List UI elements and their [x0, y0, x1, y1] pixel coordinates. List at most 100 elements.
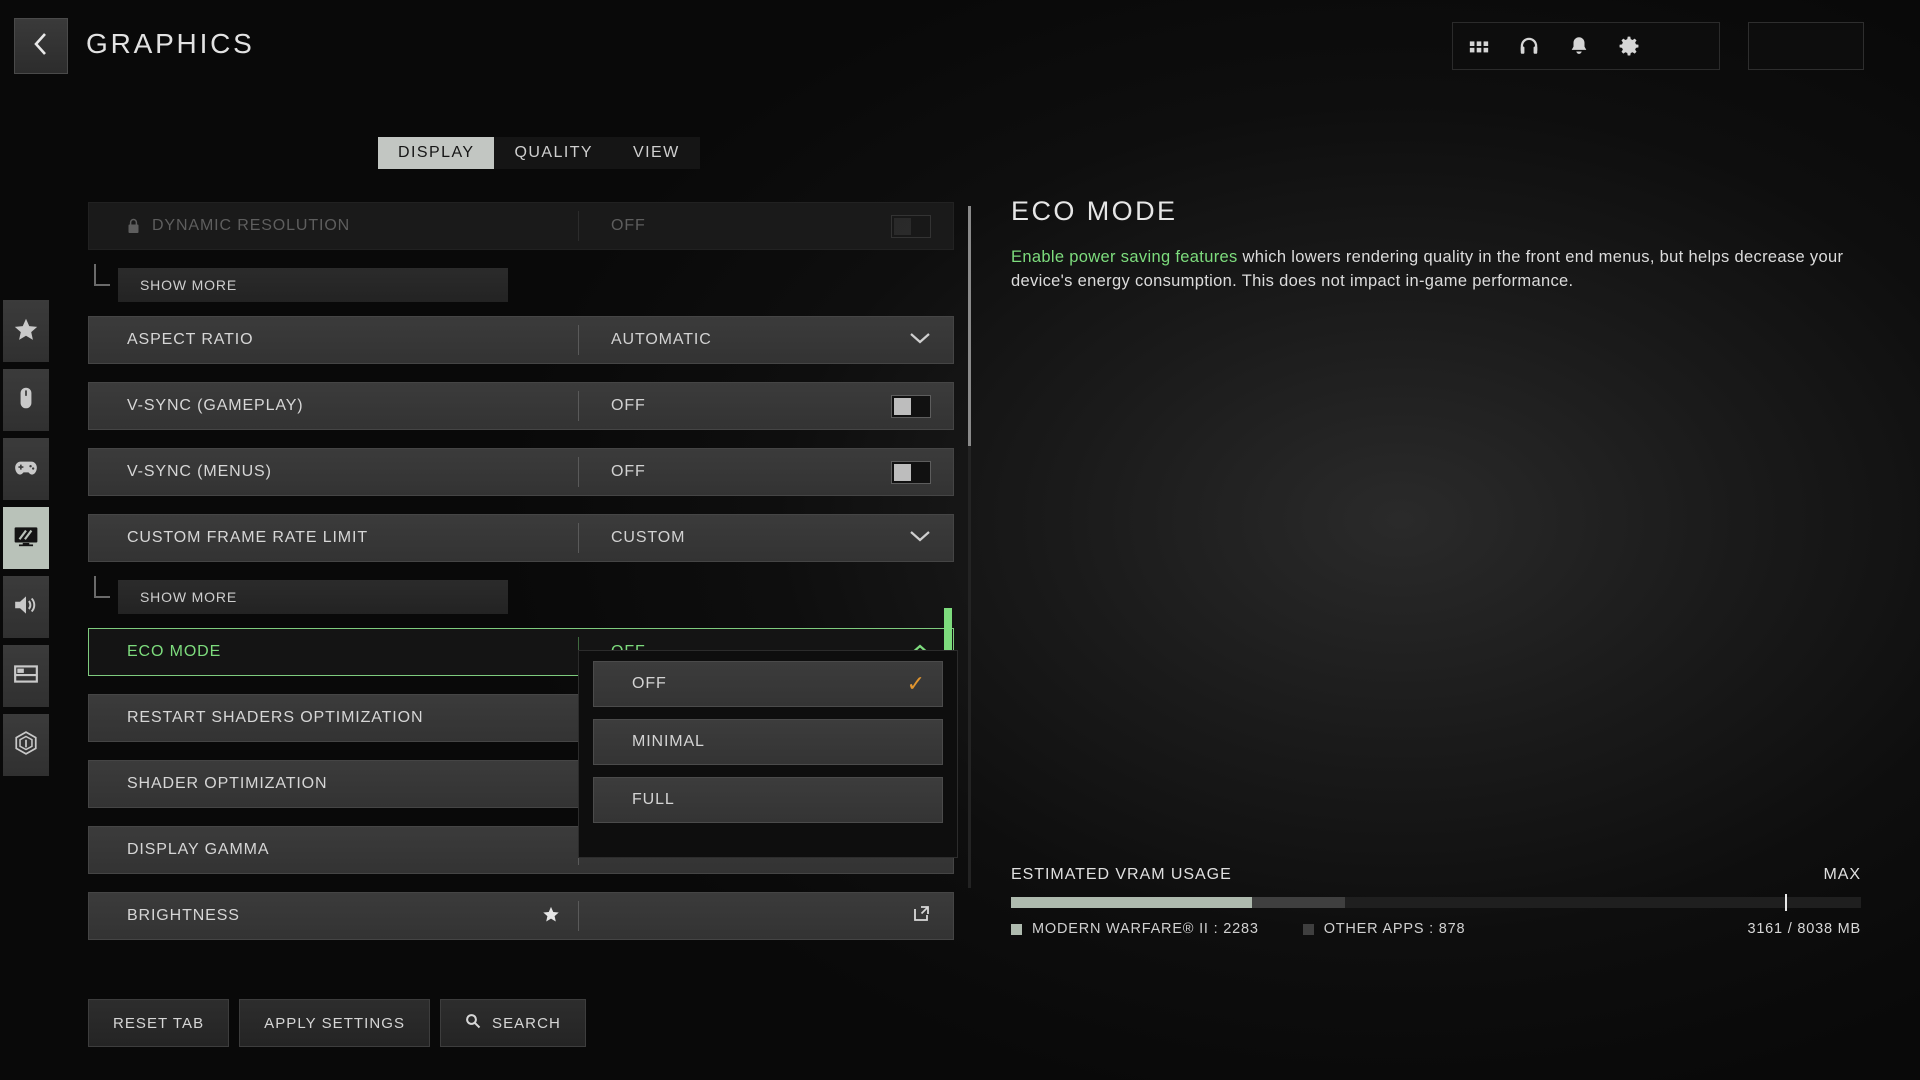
dropdown-option-off[interactable]: OFF ✓	[593, 661, 943, 707]
legend-swatch	[1011, 923, 1022, 935]
search-button[interactable]: SEARCH	[440, 999, 586, 1047]
monitor-icon	[13, 523, 39, 554]
account-icon	[13, 730, 39, 761]
tree-elbow-icon	[94, 264, 110, 286]
legend-label: MODERN WARFARE® II : 2283	[1032, 921, 1259, 937]
setting-label: SHADER OPTIMIZATION	[127, 775, 328, 792]
setting-value: OFF	[611, 463, 646, 480]
chevron-down-icon[interactable]	[909, 331, 931, 350]
setting-row-dynamic-resolution: DYNAMIC RESOLUTION OFF	[88, 202, 954, 250]
category-rail	[3, 300, 49, 783]
vram-max-marker	[1784, 894, 1787, 911]
rail-item-audio[interactable]	[3, 576, 49, 638]
external-link-icon[interactable]	[912, 904, 931, 928]
setting-value: OFF	[611, 397, 646, 414]
setting-value: AUTOMATIC	[611, 331, 712, 348]
search-label: SEARCH	[492, 1014, 561, 1032]
setting-label: RESTART SHADERS OPTIMIZATION	[127, 709, 424, 726]
lock-icon	[127, 218, 140, 234]
show-more-label[interactable]: SHOW MORE	[118, 580, 508, 614]
eco-mode-dropdown: OFF ✓ MINIMAL FULL	[578, 650, 958, 858]
bell-icon[interactable]	[1567, 34, 1591, 58]
setting-control[interactable]	[912, 904, 953, 928]
graphics-settings-screen: GRAPHICS DISPLAY QUALITY VIEW DYNAMIC RE…	[0, 0, 1920, 1080]
tab-view[interactable]: VIEW	[613, 137, 700, 169]
setting-label-wrap: CUSTOM FRAME RATE LIMIT	[89, 529, 578, 547]
tree-elbow-icon	[94, 576, 110, 598]
grid-icon[interactable]	[1467, 34, 1491, 58]
row-divider	[578, 901, 579, 931]
star-icon	[13, 316, 39, 347]
speaker-icon	[13, 592, 39, 623]
tab-quality[interactable]: QUALITY	[494, 137, 613, 169]
dropdown-option-label: OFF	[632, 675, 667, 692]
vram-legend-item-game: MODERN WARFARE® II : 2283	[1011, 921, 1259, 937]
rail-item-account[interactable]	[3, 714, 49, 776]
back-button[interactable]	[14, 18, 68, 74]
setting-label: CUSTOM FRAME RATE LIMIT	[127, 529, 368, 546]
dropdown-option-label: FULL	[632, 791, 675, 808]
rail-item-interface[interactable]	[3, 645, 49, 707]
dropdown-option-minimal[interactable]: MINIMAL	[593, 719, 943, 765]
toggle-switch[interactable]	[891, 460, 931, 484]
apply-settings-button[interactable]: APPLY SETTINGS	[239, 999, 431, 1047]
dropdown-option-full[interactable]: FULL	[593, 777, 943, 823]
setting-label-wrap: BRIGHTNESS	[89, 905, 578, 928]
chevron-down-icon[interactable]	[909, 529, 931, 548]
setting-value: OFF	[611, 217, 646, 234]
rail-item-graphics[interactable]	[3, 507, 49, 569]
setting-label: ECO MODE	[127, 643, 222, 660]
toggle-knob	[894, 397, 911, 415]
setting-control[interactable]	[909, 331, 953, 350]
setting-row-custom-frame-rate-limit[interactable]: CUSTOM FRAME RATE LIMIT CUSTOM	[88, 514, 954, 562]
setting-control[interactable]	[891, 394, 953, 418]
toggle-switch	[891, 214, 931, 238]
setting-label: V-SYNC (MENUS)	[127, 463, 272, 480]
toggle-switch[interactable]	[891, 394, 931, 418]
setting-label: V-SYNC (GAMEPLAY)	[127, 397, 304, 414]
setting-value: CUSTOM	[611, 529, 686, 546]
setting-label: DYNAMIC RESOLUTION	[152, 217, 351, 234]
vram-total: 3161 / 8038 MB	[1747, 921, 1861, 937]
toggle-knob	[894, 463, 911, 481]
setting-label: BRIGHTNESS	[127, 907, 240, 924]
gamepad-icon	[13, 454, 39, 485]
headset-icon[interactable]	[1517, 34, 1541, 58]
show-more-label[interactable]: SHOW MORE	[118, 268, 508, 302]
reset-tab-label: RESET TAB	[113, 1014, 205, 1032]
show-more-frame-rate[interactable]: SHOW MORE	[88, 576, 954, 614]
setting-row-vsync-gameplay[interactable]: V-SYNC (GAMEPLAY) OFF	[88, 382, 954, 430]
info-description: Enable power saving features which lower…	[1011, 245, 1861, 294]
setting-row-vsync-menus[interactable]: V-SYNC (MENUS) OFF	[88, 448, 954, 496]
vram-header: ESTIMATED VRAM USAGE MAX	[1011, 866, 1861, 884]
setting-label: DISPLAY GAMMA	[127, 841, 270, 858]
gear-icon[interactable]	[1617, 34, 1641, 58]
reset-tab-button[interactable]: RESET TAB	[88, 999, 230, 1047]
setting-label-wrap: SHADER OPTIMIZATION	[89, 775, 578, 793]
setting-row-aspect-ratio[interactable]: ASPECT RATIO AUTOMATIC	[88, 316, 954, 364]
setting-control[interactable]	[909, 529, 953, 548]
tab-display[interactable]: DISPLAY	[378, 137, 495, 169]
mouse-icon	[13, 385, 39, 416]
setting-label-wrap: DYNAMIC RESOLUTION	[89, 217, 578, 235]
vram-bar	[1011, 894, 1861, 911]
vram-max-label: MAX	[1823, 866, 1861, 883]
toggle-knob	[894, 217, 911, 235]
legend-label: OTHER APPS : 878	[1323, 921, 1466, 937]
header-icon-group	[1452, 22, 1720, 70]
star-icon[interactable]	[542, 905, 560, 928]
setting-control[interactable]	[891, 460, 953, 484]
tab-bar: DISPLAY QUALITY VIEW	[378, 137, 700, 169]
info-panel: ECO MODE Enable power saving features wh…	[1011, 196, 1861, 294]
rail-item-controller[interactable]	[3, 438, 49, 500]
rail-item-mouse-keyboard[interactable]	[3, 369, 49, 431]
layout-icon	[13, 661, 39, 692]
rail-item-favorites[interactable]	[3, 300, 49, 362]
vram-legend-item-other: OTHER APPS : 878	[1302, 921, 1466, 937]
show-more-dynamic-resolution[interactable]: SHOW MORE	[88, 264, 954, 302]
currency-panel	[1748, 22, 1864, 70]
scrollbar-thumb[interactable]	[968, 206, 971, 446]
setting-row-brightness[interactable]: BRIGHTNESS	[88, 892, 954, 940]
setting-label-wrap: V-SYNC (GAMEPLAY)	[89, 397, 578, 415]
settings-scrollbar[interactable]	[968, 206, 971, 888]
